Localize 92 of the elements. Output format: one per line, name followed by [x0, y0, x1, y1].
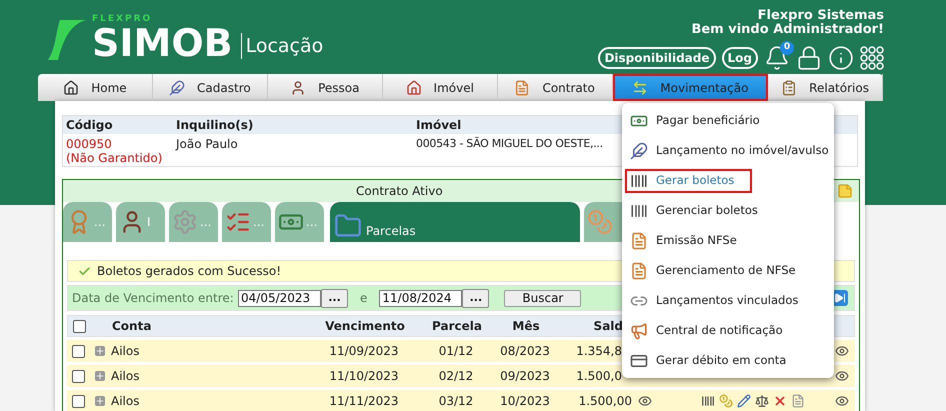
table-cell-text: 11/11/2023	[328, 393, 400, 410]
document-icon	[630, 262, 648, 280]
header-button[interactable]: Disponibilidade	[598, 47, 716, 69]
column-header: Código	[65, 117, 114, 134]
table-cell-text: 01/12	[438, 343, 474, 360]
column-header: Mês	[511, 318, 541, 335]
guarantee-status: (Não Garantido)	[66, 151, 164, 165]
brand-tagline: FLEXPRO	[92, 15, 154, 24]
property-name: 000543 - SÃO MIGUEL DO OESTE,...	[416, 137, 603, 152]
panel-title: Contrato Ativo	[356, 183, 443, 200]
barcode-icon	[630, 202, 648, 220]
menu-item[interactable]: Lançamento no imóvel/avulso	[625, 136, 834, 166]
menu-item[interactable]: Emissão NFSe	[625, 226, 834, 256]
table-cell-text: Ailos	[111, 343, 140, 360]
eye-icon[interactable]	[835, 369, 849, 383]
megaphone-icon	[630, 322, 648, 340]
table-cell-text: 1.500,00	[578, 393, 632, 410]
brand-logo: SIMOB	[92, 24, 233, 62]
info-icon[interactable]	[828, 45, 854, 71]
table-cell-text: 08/2023	[499, 343, 551, 360]
success-message: Boletos gerados com Sucesso!	[97, 263, 282, 280]
table-cell-text: 10/2023	[499, 393, 551, 410]
table-cell-text: 1.354,8	[575, 343, 622, 360]
gears-icon	[172, 209, 198, 235]
search-button[interactable]: Buscar	[504, 290, 582, 306]
check-icon	[78, 264, 91, 278]
menu-item[interactable]: Pagar beneficiário	[625, 106, 834, 136]
table-cell-text: 02/12	[438, 368, 474, 385]
person-icon	[290, 80, 306, 96]
menu-item[interactable]: Gerenciar boletos	[625, 196, 834, 226]
quill-icon	[630, 142, 648, 160]
date-picker-button[interactable]: ...	[462, 288, 490, 308]
lock-icon[interactable]	[796, 45, 822, 71]
row-checkbox[interactable]	[72, 370, 85, 382]
table-cell-text: 1.500,0	[575, 368, 622, 385]
clipboard-icon	[781, 80, 798, 96]
menu-item[interactable]: Central de notificação	[625, 316, 834, 346]
house-icon	[406, 80, 422, 96]
apps-grid-icon[interactable]	[860, 46, 884, 70]
row-checkbox[interactable]	[72, 344, 85, 358]
column-header: Parcela	[431, 318, 483, 335]
row-checkbox[interactable]	[72, 394, 85, 408]
document-icon	[630, 232, 648, 250]
contract-code: 000950	[66, 137, 113, 151]
eye-icon[interactable]	[638, 394, 652, 408]
arrows-icon	[632, 80, 648, 96]
quill-icon	[169, 80, 186, 96]
date-field[interactable]: 11/08/2024	[379, 290, 462, 306]
coins-icon	[587, 209, 613, 235]
pencil-icon[interactable]	[737, 394, 751, 408]
home-icon	[63, 80, 80, 96]
delete-icon[interactable]	[773, 394, 787, 408]
menu-item[interactable]: Gerar boletos	[625, 169, 752, 193]
panel-tab[interactable]: Parcelas	[330, 202, 580, 242]
menu-item[interactable]: Gerar débito em conta	[625, 346, 834, 376]
eye-icon[interactable]	[835, 394, 849, 408]
expand-icon[interactable]	[95, 346, 105, 356]
date-field[interactable]: 04/05/2023	[238, 290, 321, 306]
table-cell-text: 11/09/2023	[328, 343, 400, 360]
column-header: Conta	[112, 318, 152, 335]
barcode-icon[interactable]	[701, 394, 715, 408]
document-icon[interactable]	[791, 394, 805, 408]
scale-icon[interactable]	[755, 394, 769, 408]
separator-text: e	[360, 290, 368, 307]
date-picker-button[interactable]: ...	[321, 288, 348, 308]
nav-tab[interactable]: Movimentação	[612, 74, 768, 101]
menu-item[interactable]: Lançamentos vinculados	[625, 286, 834, 316]
column-header: Vencimento	[324, 318, 406, 335]
expand-icon[interactable]	[95, 396, 105, 406]
document-icon	[514, 80, 530, 96]
filter-label: Data de Vencimento entre:	[72, 290, 235, 307]
table-cell-text: 03/12	[438, 393, 474, 410]
card-icon	[630, 352, 648, 370]
menu-item[interactable]: Gerenciamento de NFSe	[625, 256, 834, 286]
column-header: Inquilino(s)	[176, 117, 254, 134]
table-cell-text: 11/10/2023	[328, 368, 400, 385]
welcome-text: Bem vindo Administrador!	[691, 23, 884, 37]
expand-icon[interactable]	[95, 371, 105, 381]
eye-icon[interactable]	[835, 344, 849, 358]
table-cell-text: 09/2023	[499, 368, 551, 385]
product-name: Locação	[246, 37, 324, 56]
column-header: Sald	[592, 318, 623, 335]
table-cell-text: Ailos	[111, 393, 140, 410]
tenant-name: João Paulo	[176, 137, 239, 153]
header-button[interactable]: Log	[722, 47, 758, 69]
company-name: Flexpro Sistemas	[758, 9, 884, 23]
notification-badge: 0	[780, 41, 794, 55]
logo-swoosh-icon	[46, 18, 88, 62]
select-all-checkbox[interactable]	[73, 320, 86, 332]
table-cell-text: Ailos	[111, 368, 140, 385]
barcode-icon	[630, 172, 648, 190]
column-header: Imóvel	[416, 117, 462, 134]
